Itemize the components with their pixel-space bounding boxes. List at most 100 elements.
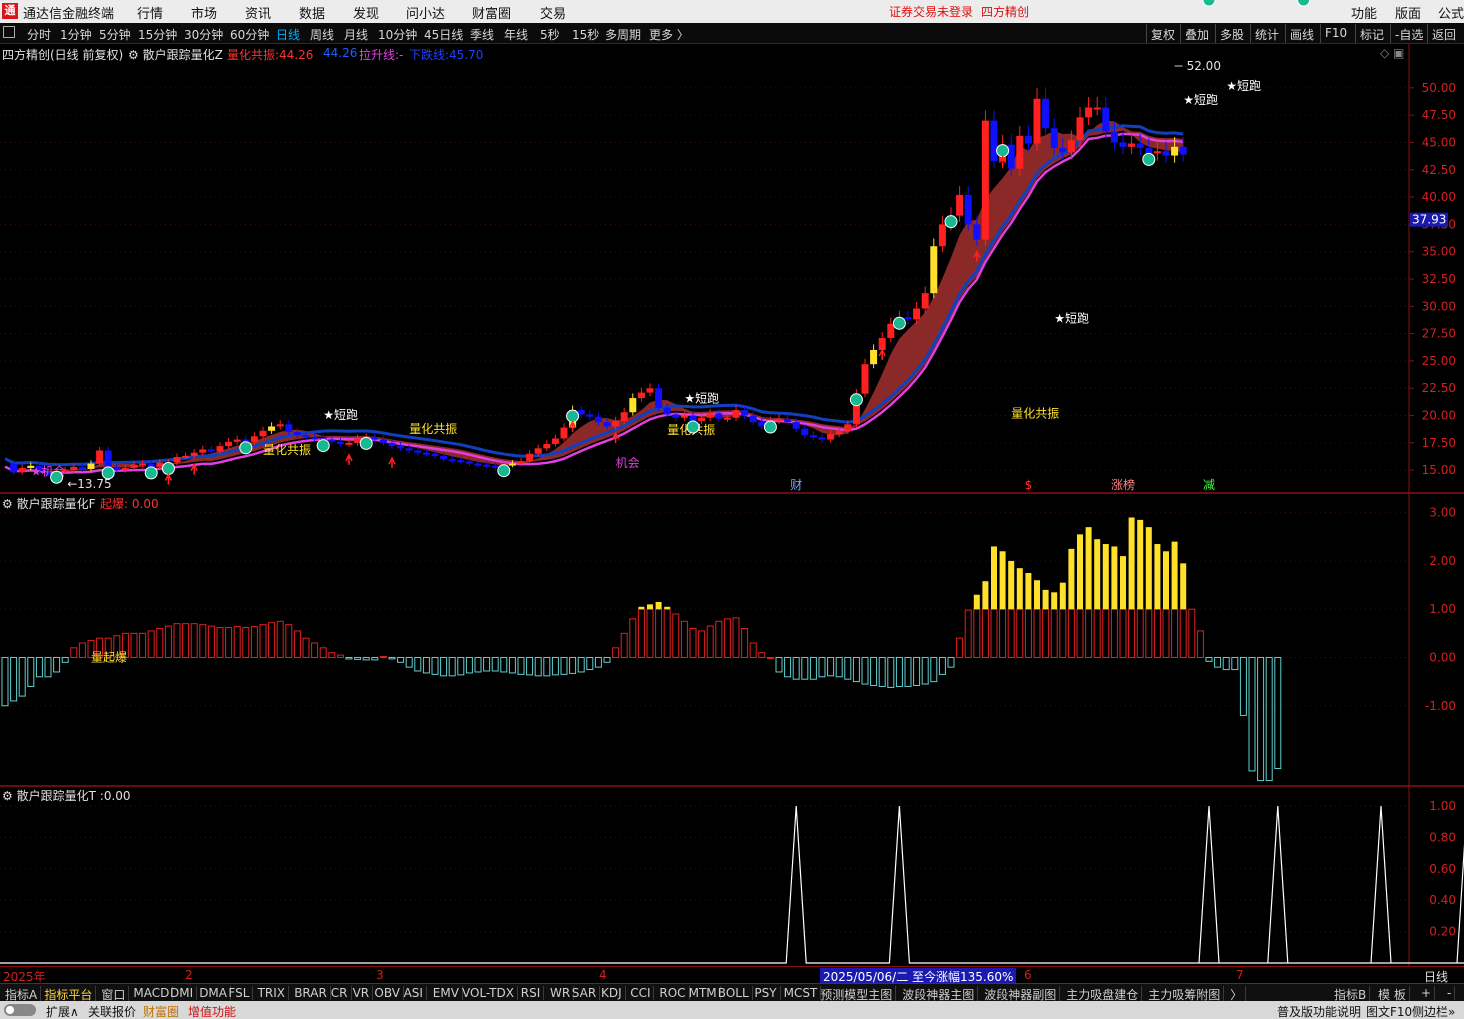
candle-body	[500, 464, 508, 467]
panel-f-bar-positive	[207, 625, 215, 658]
status-expand[interactable]: 扩展∧	[46, 1003, 79, 1019]
tf-1min[interactable]: 1分钟	[60, 26, 92, 43]
menu-wealth[interactable]: 财富圈	[472, 3, 511, 22]
panel-f-gear-icon[interactable]: ⚙	[2, 497, 13, 511]
tf-intraday[interactable]: 分时	[27, 26, 51, 43]
indicator-tab[interactable]: ROC	[656, 986, 690, 1000]
app-window: 通 通达信金融终端 行情 市场 资讯 数据 发现 问小达 财富圈 交易 证券交易…	[0, 0, 1464, 1019]
panel-t-gear-icon[interactable]: ⚙	[2, 789, 13, 803]
indicator-gear-icon[interactable]: ⚙	[128, 48, 139, 62]
menu-ask[interactable]: 问小达	[406, 3, 445, 22]
candle-body	[207, 449, 215, 452]
indicator-tab[interactable]: VR	[350, 986, 374, 1000]
btn-multi-stock[interactable]: 多股	[1215, 24, 1248, 43]
candle-body	[629, 398, 637, 413]
btn-f10[interactable]: F10	[1320, 24, 1351, 43]
indicator-tab[interactable]: VOL-TDX	[459, 986, 518, 1000]
main-indicator-name[interactable]: ⚙ 散户跟踪量化Z	[128, 46, 223, 63]
tab-right-control[interactable]: +	[1418, 986, 1436, 1000]
indicator-tab[interactable]: RSI	[518, 986, 545, 1000]
menu-formula[interactable]: 公式	[1438, 3, 1464, 22]
tf-daily[interactable]: 日线	[276, 26, 300, 43]
btn-remove-watchlist[interactable]: -自选	[1390, 24, 1427, 43]
login-notice[interactable]: 证券交易未登录	[889, 3, 973, 20]
tf-5sec[interactable]: 5秒	[540, 26, 560, 43]
tf-5min[interactable]: 5分钟	[99, 26, 131, 43]
candle-body	[620, 412, 628, 421]
status-value-added[interactable]: 增值功能	[188, 1003, 236, 1019]
status-linked-quote[interactable]: 关联报价	[88, 1003, 136, 1019]
panel-f-bar-positive	[199, 624, 207, 658]
candle-body	[904, 317, 912, 320]
btn-adjust[interactable]: 复权	[1146, 24, 1179, 43]
tf-multi[interactable]: 多周期	[605, 26, 641, 43]
panel-f-bar-negative	[440, 656, 448, 677]
btn-draw[interactable]: 画线	[1285, 24, 1318, 43]
panel-f-caption[interactable]: ⚙ 散户跟踪量化F	[2, 495, 96, 512]
status-f10[interactable]: 图文F10	[1366, 1003, 1412, 1019]
panel-t-tick: 0.20	[1429, 925, 1456, 939]
tf-monthly[interactable]: 月线	[344, 26, 368, 43]
tf-45day[interactable]: 45日线	[424, 26, 463, 43]
tf-more[interactable]: 更多 〉	[649, 26, 689, 43]
tf-60min[interactable]: 60分钟	[230, 26, 269, 43]
panel-f-bar-negative	[1222, 656, 1230, 671]
menu-layout[interactable]: 版面	[1395, 3, 1421, 22]
btn-overlay[interactable]: 叠加	[1180, 24, 1213, 43]
tab-right-control[interactable]: -	[1444, 986, 1456, 1000]
menu-trade[interactable]: 交易	[540, 3, 566, 22]
candle-body	[336, 441, 344, 444]
tf-weekly[interactable]: 周线	[310, 26, 334, 43]
candle-body	[508, 463, 516, 466]
indicator-tab[interactable]: OBV	[371, 986, 404, 1000]
indicator-tab[interactable]: BOLL	[715, 986, 753, 1000]
tf-15min[interactable]: 15分钟	[138, 26, 177, 43]
tf-30min[interactable]: 30分钟	[184, 26, 223, 43]
indicator-tab[interactable]: EMV	[430, 986, 463, 1000]
panel-f-bar-negative	[594, 656, 602, 668]
indicator-tab[interactable]: PSY	[751, 986, 781, 1000]
panel-f-bar-negative	[827, 656, 835, 677]
tf-10min[interactable]: 10分钟	[378, 26, 417, 43]
candle-body	[1024, 135, 1032, 144]
menu-market[interactable]: 行情	[137, 3, 163, 22]
price-tick-label: 45.00	[1422, 135, 1456, 149]
indicator-tab[interactable]: ASI	[401, 986, 427, 1000]
panel-f-bar-negative	[801, 656, 809, 680]
app-title: 通达信金融终端	[23, 7, 115, 22]
panel-f-bar-negative	[1231, 656, 1239, 671]
chance-signal: ★机会	[31, 465, 66, 479]
indicator-tab[interactable]: TRIX	[255, 986, 290, 1000]
menu-function[interactable]: 功能	[1351, 3, 1377, 22]
menu-discover[interactable]: 发现	[353, 3, 379, 22]
menu-news[interactable]: 资讯	[245, 3, 271, 22]
tf-15sec[interactable]: 15秒	[572, 26, 599, 43]
up-arrow-marker	[878, 348, 886, 360]
expand-toggle[interactable]	[4, 1004, 36, 1016]
indicator-tab[interactable]: CCI	[627, 986, 655, 1000]
candle-body	[1085, 107, 1093, 118]
btn-stats[interactable]: 统计	[1250, 24, 1283, 43]
tf-yearly[interactable]: 年线	[504, 26, 528, 43]
indicator-tab[interactable]: MCST	[781, 986, 822, 1000]
candle-body	[422, 452, 430, 455]
indicator-tab[interactable]: CR	[328, 986, 352, 1000]
panel-toggle-icon[interactable]	[3, 26, 15, 38]
indicator-tab[interactable]: SAR	[569, 986, 601, 1000]
panel-window-controls[interactable]: ◇ ▣	[1380, 46, 1404, 60]
btn-mark[interactable]: 标记	[1355, 24, 1388, 43]
tf-quarterly[interactable]: 季线	[470, 26, 494, 43]
menu-data[interactable]: 数据	[299, 3, 325, 22]
status-help[interactable]: 普及版功能说明	[1277, 1003, 1361, 1019]
candle-body	[319, 438, 327, 441]
indicator-tab[interactable]: FSL	[225, 986, 254, 1000]
status-wealth-circle[interactable]: 财富圈	[143, 1003, 179, 1019]
menu-board[interactable]: 市场	[191, 3, 217, 22]
panel-t-caption[interactable]: ⚙ 散户跟踪量化T :0.00	[2, 787, 131, 804]
indicator-tab[interactable]: DMI	[167, 986, 198, 1000]
btn-back[interactable]: 返回	[1427, 24, 1460, 43]
indicator-tab[interactable]: BRAR	[291, 986, 331, 1000]
panel-f-bar-yellow	[655, 601, 662, 610]
status-sidebar[interactable]: 侧边栏»	[1412, 1003, 1455, 1019]
indicator-tab[interactable]: KDJ	[598, 986, 626, 1000]
